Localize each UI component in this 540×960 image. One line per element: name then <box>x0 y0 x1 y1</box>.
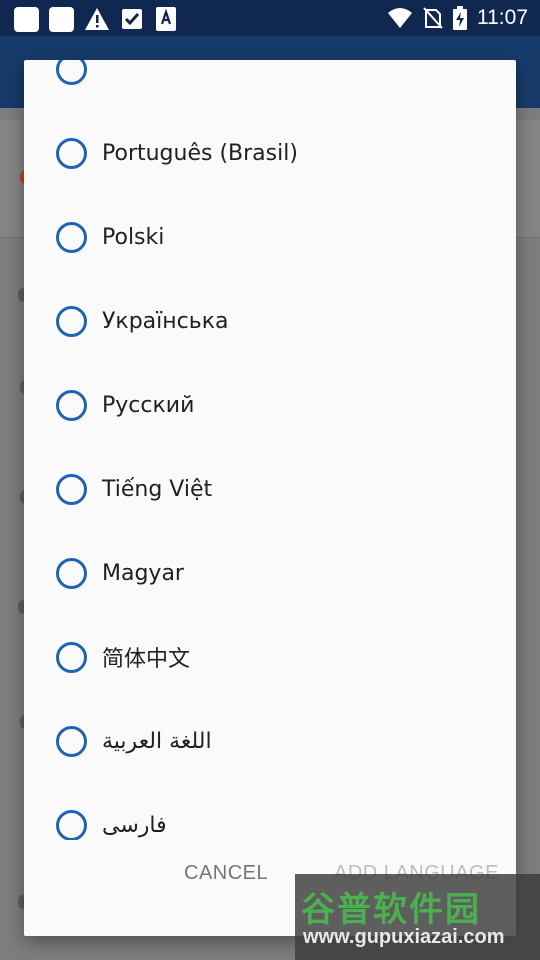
language-option-ukrainian[interactable]: Українська <box>24 279 516 363</box>
language-label: اللغة العربية <box>102 728 212 754</box>
radio-button[interactable] <box>56 60 87 85</box>
language-option-magyar[interactable]: Magyar <box>24 531 516 615</box>
language-label: Русский <box>102 392 195 418</box>
radio-button[interactable] <box>56 725 87 757</box>
warning-icon <box>85 8 109 30</box>
radio-button[interactable] <box>56 389 87 421</box>
radio-button[interactable] <box>56 557 87 589</box>
checkbox-icon <box>122 9 142 29</box>
language-label: Tiếng Việt <box>102 476 213 502</box>
language-option-polski[interactable]: Polski <box>24 195 516 279</box>
radio-button[interactable] <box>56 221 87 253</box>
radio-button[interactable] <box>56 641 87 673</box>
language-list[interactable]: Português (Brasil) Polski Українська Рус… <box>24 60 516 867</box>
language-dialog: Português (Brasil) Polski Українська Рус… <box>24 60 516 936</box>
watermark-logo: 谷普软件园 <box>301 890 481 930</box>
language-option-portuguese-brasil[interactable]: Português (Brasil) <box>24 111 516 195</box>
radio-button[interactable] <box>56 473 87 505</box>
language-label: Português (Brasil) <box>102 140 298 166</box>
language-label: Polski <box>102 224 165 250</box>
language-label: فارسی <box>102 812 167 838</box>
language-option-vietnamese[interactable]: Tiếng Việt <box>24 447 516 531</box>
clock: 11:07 <box>477 6 528 29</box>
language-option-arabic[interactable]: اللغة العربية <box>24 699 516 783</box>
language-option-simplified-chinese[interactable]: 简体中文 <box>24 615 516 699</box>
watermark: 谷普软件园 www.gupuxiazai.com <box>295 874 540 960</box>
radio-button[interactable] <box>56 137 87 169</box>
watermark-url: www.gupuxiazai.com <box>303 926 505 948</box>
wifi-icon <box>388 8 412 28</box>
radio-button[interactable] <box>56 809 87 841</box>
language-label: Magyar <box>102 560 184 586</box>
radio-button[interactable] <box>56 305 87 337</box>
language-option[interactable] <box>24 60 516 111</box>
cancel-button[interactable]: CANCEL <box>184 862 268 902</box>
notification-icon <box>49 6 74 32</box>
status-bar: 11:07 <box>0 0 540 36</box>
notification-icon <box>14 6 39 32</box>
language-label: Українська <box>102 308 229 334</box>
language-label: 简体中文 <box>102 647 191 672</box>
font-icon <box>156 7 176 31</box>
battery-charging-icon <box>453 6 467 30</box>
language-option-russian[interactable]: Русский <box>24 363 516 447</box>
no-sim-icon <box>423 7 443 29</box>
